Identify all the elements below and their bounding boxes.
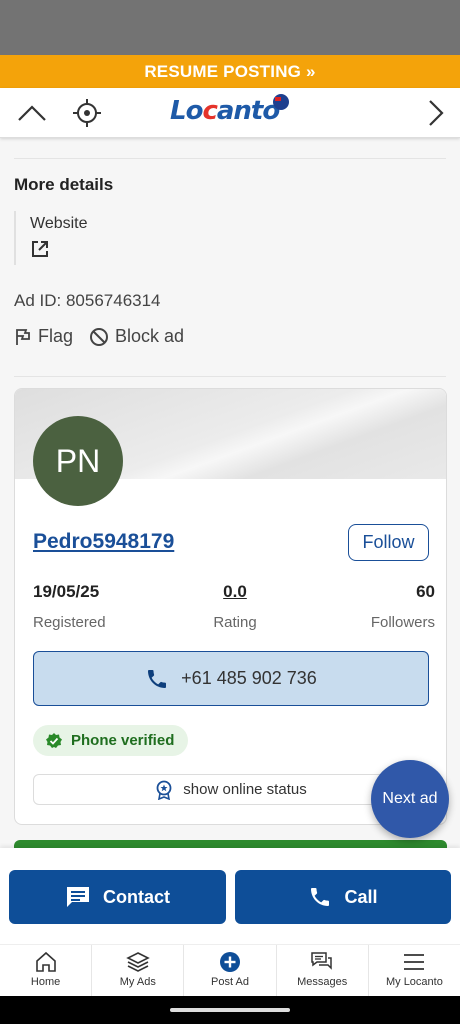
flag-button[interactable]: Flag bbox=[14, 326, 73, 347]
verified-label: Phone verified bbox=[71, 732, 175, 749]
logo-part-1: Lo bbox=[170, 96, 203, 126]
seller-username-link[interactable]: Pedro5948179 bbox=[33, 530, 174, 554]
phone-icon bbox=[311, 888, 330, 906]
locanto-logo[interactable]: Locanto bbox=[170, 94, 289, 126]
badge-icon bbox=[156, 780, 172, 800]
flag-icon bbox=[16, 328, 30, 345]
tab-home-label: Home bbox=[30, 976, 61, 988]
seller-card: PN Pedro5948179 Follow 19/05/25 Register… bbox=[14, 388, 447, 825]
tab-home[interactable]: Home bbox=[0, 945, 93, 996]
more-details-title: More details bbox=[14, 175, 114, 194]
website-label: Website bbox=[30, 215, 88, 232]
next-ad-button[interactable]: Next ad bbox=[371, 760, 449, 838]
verified-check-icon bbox=[46, 732, 62, 748]
bottom-tab-bar: Home My Ads Post Ad Messages My Locanto bbox=[0, 944, 460, 996]
call-label: Call bbox=[344, 886, 378, 907]
avatar[interactable]: PN bbox=[33, 416, 123, 506]
ad-actions: Flag Block ad bbox=[14, 326, 200, 347]
chevron-up-icon[interactable] bbox=[16, 100, 48, 126]
show-online-status-button[interactable]: show online status bbox=[33, 774, 429, 805]
home-icon bbox=[35, 951, 56, 972]
chat-icon bbox=[67, 887, 89, 907]
followers-label: Followers bbox=[370, 614, 435, 631]
logo-part-2: c bbox=[202, 96, 217, 126]
external-link-icon[interactable] bbox=[30, 239, 50, 259]
phone-number-button[interactable]: +61 485 902 736 bbox=[33, 651, 429, 706]
ad-id: Ad ID: 8056746314 bbox=[14, 291, 161, 310]
stat-rating[interactable]: 0.0 Rating bbox=[205, 582, 265, 631]
registered-value: 19/05/25 bbox=[33, 582, 100, 601]
divider bbox=[14, 158, 446, 159]
status-bar bbox=[0, 0, 460, 55]
registered-label: Registered bbox=[33, 614, 106, 631]
tab-my-ads-label: My Ads bbox=[119, 976, 156, 988]
logo-part-3: anto bbox=[216, 96, 280, 126]
flag-label: Flag bbox=[38, 326, 74, 346]
call-button[interactable]: Call bbox=[235, 870, 451, 924]
rating-value[interactable]: 0.0 bbox=[205, 582, 265, 602]
chevron-right-icon[interactable] bbox=[424, 98, 446, 128]
rating-label: Rating bbox=[213, 614, 257, 631]
tab-post-ad-label: Post Ad bbox=[211, 976, 249, 988]
home-gesture-pill[interactable] bbox=[170, 1008, 290, 1012]
stat-followers: 60 Followers bbox=[355, 582, 435, 631]
block-icon bbox=[90, 327, 109, 346]
system-nav-bar bbox=[0, 996, 460, 1024]
tab-post-ad[interactable]: Post Ad bbox=[184, 945, 277, 996]
tab-my-locanto-label: My Locanto bbox=[385, 976, 443, 988]
layers-icon bbox=[126, 952, 150, 972]
menu-icon bbox=[404, 954, 425, 970]
tab-my-locanto[interactable]: My Locanto bbox=[369, 945, 460, 996]
locate-icon[interactable] bbox=[72, 98, 102, 128]
block-ad-label: Block ad bbox=[115, 326, 185, 346]
tab-messages-label: Messages bbox=[297, 976, 348, 988]
phone-verified-badge: Phone verified bbox=[33, 725, 189, 756]
follow-button[interactable]: Follow bbox=[348, 524, 429, 561]
followers-value: 60 bbox=[416, 582, 435, 601]
phone-number: +61 485 902 736 bbox=[181, 668, 317, 688]
phone-icon bbox=[148, 669, 167, 688]
divider bbox=[14, 376, 446, 377]
contact-button[interactable]: Contact bbox=[9, 870, 226, 924]
messages-icon bbox=[311, 952, 332, 970]
stat-registered: 19/05/25 Registered bbox=[33, 582, 106, 631]
contact-label: Contact bbox=[103, 886, 170, 907]
bottom-action-bar: Contact Call bbox=[0, 848, 460, 944]
block-ad-button[interactable]: Block ad bbox=[89, 326, 184, 347]
website-field: Website bbox=[14, 211, 214, 265]
plus-circle-icon bbox=[220, 952, 240, 972]
tab-my-ads[interactable]: My Ads bbox=[92, 945, 185, 996]
online-status-label: show online status bbox=[183, 781, 307, 798]
tab-messages[interactable]: Messages bbox=[277, 945, 369, 996]
resume-posting-banner[interactable]: RESUME POSTING » bbox=[0, 55, 460, 88]
australia-flag-icon bbox=[273, 94, 289, 110]
top-nav: Locanto bbox=[0, 88, 460, 138]
